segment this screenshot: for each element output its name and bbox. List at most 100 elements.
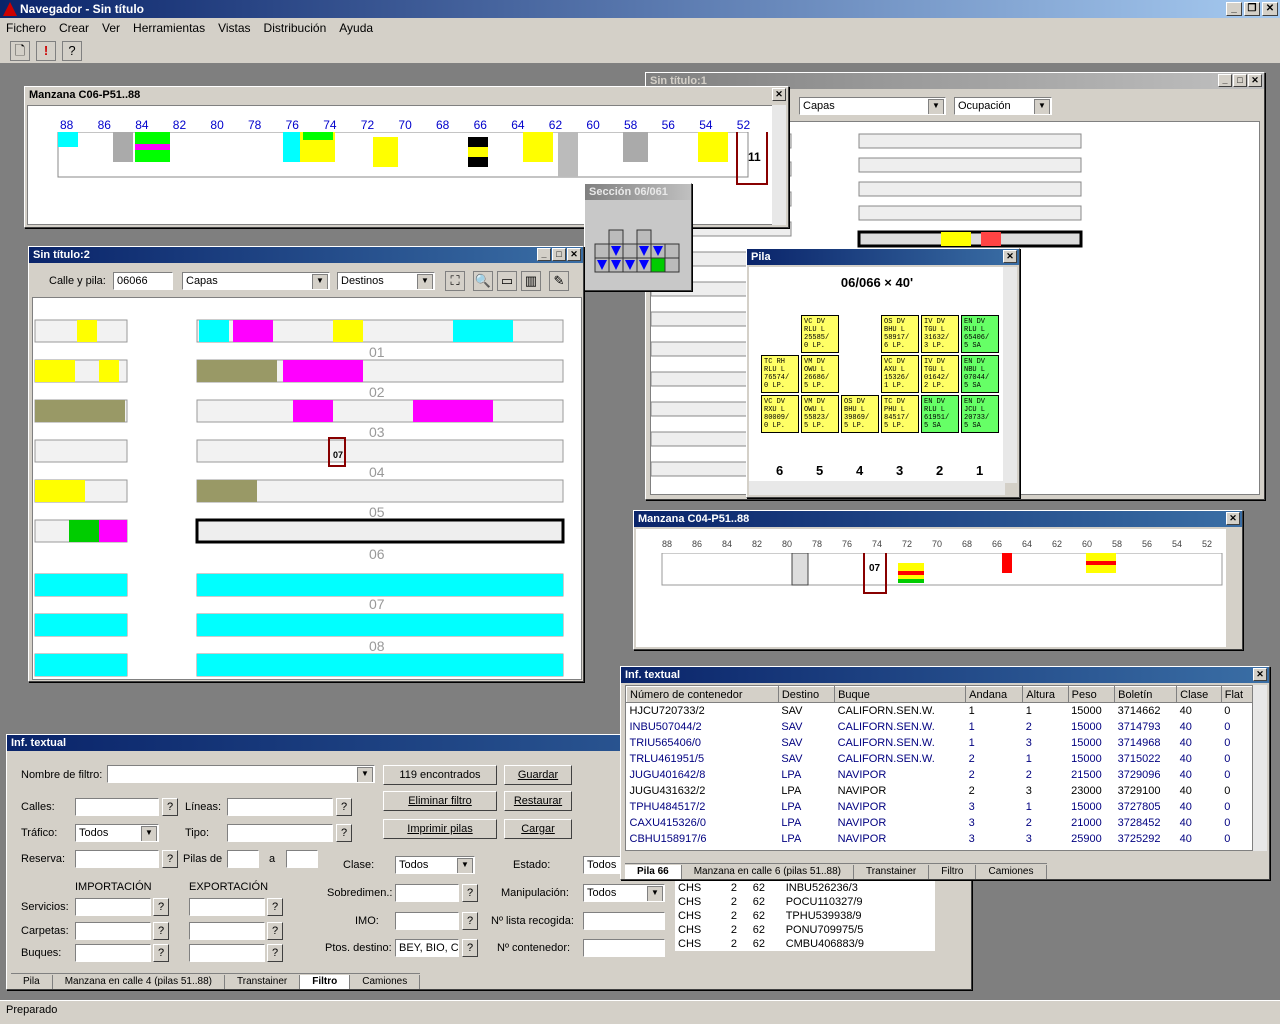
menu-distribucion[interactable]: Distribución (264, 21, 327, 35)
destinations-combo[interactable]: Destinos (337, 272, 435, 290)
trafico-combo[interactable]: Todos (75, 824, 159, 842)
pilas-from-input[interactable] (227, 850, 259, 868)
new-document-icon[interactable]: 🗋 (10, 40, 30, 61)
block-view-c04[interactable]: 88 86 84 82 80 78 76 74 72 70 68 66 64 62 60 58 56 54 52 0… (636, 529, 1226, 647)
container-cell[interactable]: EN DV RLU L 65406/ 5 SA (961, 315, 999, 353)
clase-combo[interactable]: Todos (395, 856, 475, 874)
tool-icon[interactable]: ✎ (549, 271, 569, 291)
container-cell[interactable]: VC DV AXU L 15326/ 1 LP. (881, 355, 919, 393)
servicios-export-help-button[interactable]: ? (267, 898, 283, 916)
close-button[interactable]: ✕ (1248, 74, 1262, 87)
close-button[interactable]: ✕ (772, 88, 786, 101)
close-button[interactable]: ✕ (567, 248, 581, 261)
container-cell[interactable]: VM DV OWU L 55823/ 5 LP. (801, 395, 839, 433)
column-header[interactable]: Buque (834, 686, 967, 703)
help-icon[interactable]: ? (62, 40, 82, 61)
yard-detail-area[interactable]: 07 01 02 03 04 05 06 07 08 (32, 297, 582, 680)
cargar-button[interactable]: Cargar (504, 819, 572, 839)
calle-pila-input[interactable]: 06066 (113, 272, 173, 290)
imprimir-pilas-button[interactable]: Imprimir pilas (383, 819, 497, 839)
table-row[interactable]: CHS 2 62 TPHU539938/9 (675, 909, 935, 923)
container-cell[interactable]: EN DV JCU L 20733/ 5 SA (961, 395, 999, 433)
lineas-help-button[interactable]: ? (336, 798, 352, 816)
container-cell[interactable]: EN DV RLU L 61951/ 5 SA (921, 395, 959, 433)
servicios-import-input[interactable] (75, 898, 151, 916)
maximize-button[interactable]: □ (1233, 74, 1247, 87)
occupancy-combo[interactable]: Ocupación (954, 97, 1052, 115)
tab-transtainer[interactable]: Transtainer (854, 864, 930, 879)
ptos-destino-input[interactable]: BEY, BIO, C (395, 939, 459, 957)
tab-manzana[interactable]: Manzana en calle 6 (pilas 51..88) (681, 864, 855, 879)
column-header[interactable]: Clase (1176, 686, 1222, 703)
container-cell[interactable]: EN DV NBU L 07044/ 5 SA (961, 355, 999, 393)
tab-pila[interactable]: Pila 66 (625, 864, 682, 879)
column-header[interactable]: Número de contenedor (626, 686, 779, 703)
vertical-scrollbar[interactable] (1003, 267, 1017, 483)
tab-manzana[interactable]: Manzana en calle 4 (pilas 51..88) (52, 974, 225, 989)
column-header[interactable]: Peso (1067, 686, 1116, 703)
table-row[interactable]: CBHU158917/6 LPA NAVIPOR 3 3 25900 3725292 40 0 (627, 831, 1253, 847)
restore-button[interactable]: ❐ (1244, 2, 1260, 16)
reserva-input[interactable] (75, 850, 159, 868)
num-contenedor-input[interactable] (583, 939, 665, 957)
tab-filtro[interactable]: Filtro (300, 974, 351, 989)
minimize-button[interactable]: _ (1226, 2, 1242, 16)
buques-export-help-button[interactable]: ? (267, 944, 283, 962)
guardar-button[interactable]: Guardar (504, 765, 572, 785)
carpetas-export-help-button[interactable]: ? (267, 922, 283, 940)
lista-recogida-input[interactable] (583, 912, 665, 930)
close-button[interactable]: ✕ (1226, 512, 1240, 525)
restaurar-button[interactable]: Restaurar (504, 791, 572, 811)
pilas-to-input[interactable] (286, 850, 318, 868)
container-cell[interactable]: VC DV RXU L 80009/ 0 LP. (761, 395, 799, 433)
reserva-help-button[interactable]: ? (162, 850, 178, 868)
tab-transtainer[interactable]: Transtainer (225, 974, 301, 989)
menu-ayuda[interactable]: Ayuda (339, 21, 373, 35)
close-button[interactable]: ✕ (1262, 2, 1278, 16)
menu-crear[interactable]: Crear (59, 21, 89, 35)
imo-input[interactable] (395, 912, 459, 930)
table-row[interactable]: CAXU415326/0 LPA NAVIPOR 3 2 21000 3728452 40 0 (627, 815, 1253, 831)
estado-combo[interactable]: Todos (583, 856, 623, 874)
table-row[interactable]: CHS 2 62 PONU709975/5 (675, 923, 935, 937)
column-header[interactable]: Altura (1022, 686, 1069, 703)
tab-camiones[interactable]: Camiones (976, 864, 1047, 879)
tab-pila[interactable]: Pila (11, 974, 53, 989)
tipo-help-button[interactable]: ? (336, 824, 352, 842)
eliminar-filtro-button[interactable]: Eliminar filtro (383, 791, 497, 811)
container-cell[interactable]: VC DV RLU L 25585/ 0 LP. (801, 315, 839, 353)
buques-import-help-button[interactable]: ? (153, 944, 169, 962)
sobredimen-help-button[interactable]: ? (462, 884, 478, 902)
menu-vistas[interactable]: Vistas (218, 21, 250, 35)
column-header[interactable]: Boletín (1114, 686, 1178, 703)
table-row[interactable]: CHS 2 62 INBU526236/3 (675, 881, 935, 895)
legend-icon[interactable]: ▭ (497, 271, 517, 291)
fit-view-icon[interactable]: ⛶ (445, 271, 465, 291)
layers-combo[interactable]: Capas (182, 272, 330, 290)
carpetas-import-help-button[interactable]: ? (153, 922, 169, 940)
container-cell[interactable]: VM DV OWU L 26686/ 5 LP. (801, 355, 839, 393)
container-cell[interactable]: IV DV TGU L 01642/ 2 LP. (921, 355, 959, 393)
buques-import-input[interactable] (75, 944, 151, 962)
minimize-button[interactable]: _ (1218, 74, 1232, 87)
manipulacion-combo[interactable]: Todos (583, 884, 665, 902)
table-row[interactable]: TRLU461951/5 SAV CALIFORN.SEN.W. 2 1 15000 371… (627, 751, 1253, 767)
table-row[interactable]: CHS 2 62 CMBU406883/9 (675, 937, 935, 951)
container-list-area[interactable]: Número de contenedor Destino Buque Andana Al… (625, 685, 1253, 851)
column-header[interactable]: Andana (965, 686, 1024, 703)
table-row[interactable]: CHS 2 62 POCU110327/9 (675, 895, 935, 909)
menu-ver[interactable]: Ver (102, 21, 120, 35)
lineas-input[interactable] (227, 798, 333, 816)
container-cell[interactable]: TC DV PHU L 84517/ 5 LP. (881, 395, 919, 433)
table-row[interactable]: JUGU401642/8 LPA NAVIPOR 2 2 21500 3729096 40 0 (627, 767, 1253, 783)
column-header[interactable]: Destino (777, 686, 836, 703)
container-cell[interactable]: OS DV BHU L 39869/ 5 LP. (841, 395, 879, 433)
carpetas-import-input[interactable] (75, 922, 151, 940)
container-cell[interactable]: OS DV BHU L 58917/ 6 LP. (881, 315, 919, 353)
servicios-export-input[interactable] (189, 898, 265, 916)
maximize-button[interactable]: □ (552, 248, 566, 261)
container-cell[interactable]: TC RH RLU L 76574/ 0 LP. (761, 355, 799, 393)
tab-filtro[interactable]: Filtro (929, 864, 977, 879)
zoom-icon[interactable]: 🔍 (473, 271, 493, 291)
buques-export-input[interactable] (189, 944, 265, 962)
